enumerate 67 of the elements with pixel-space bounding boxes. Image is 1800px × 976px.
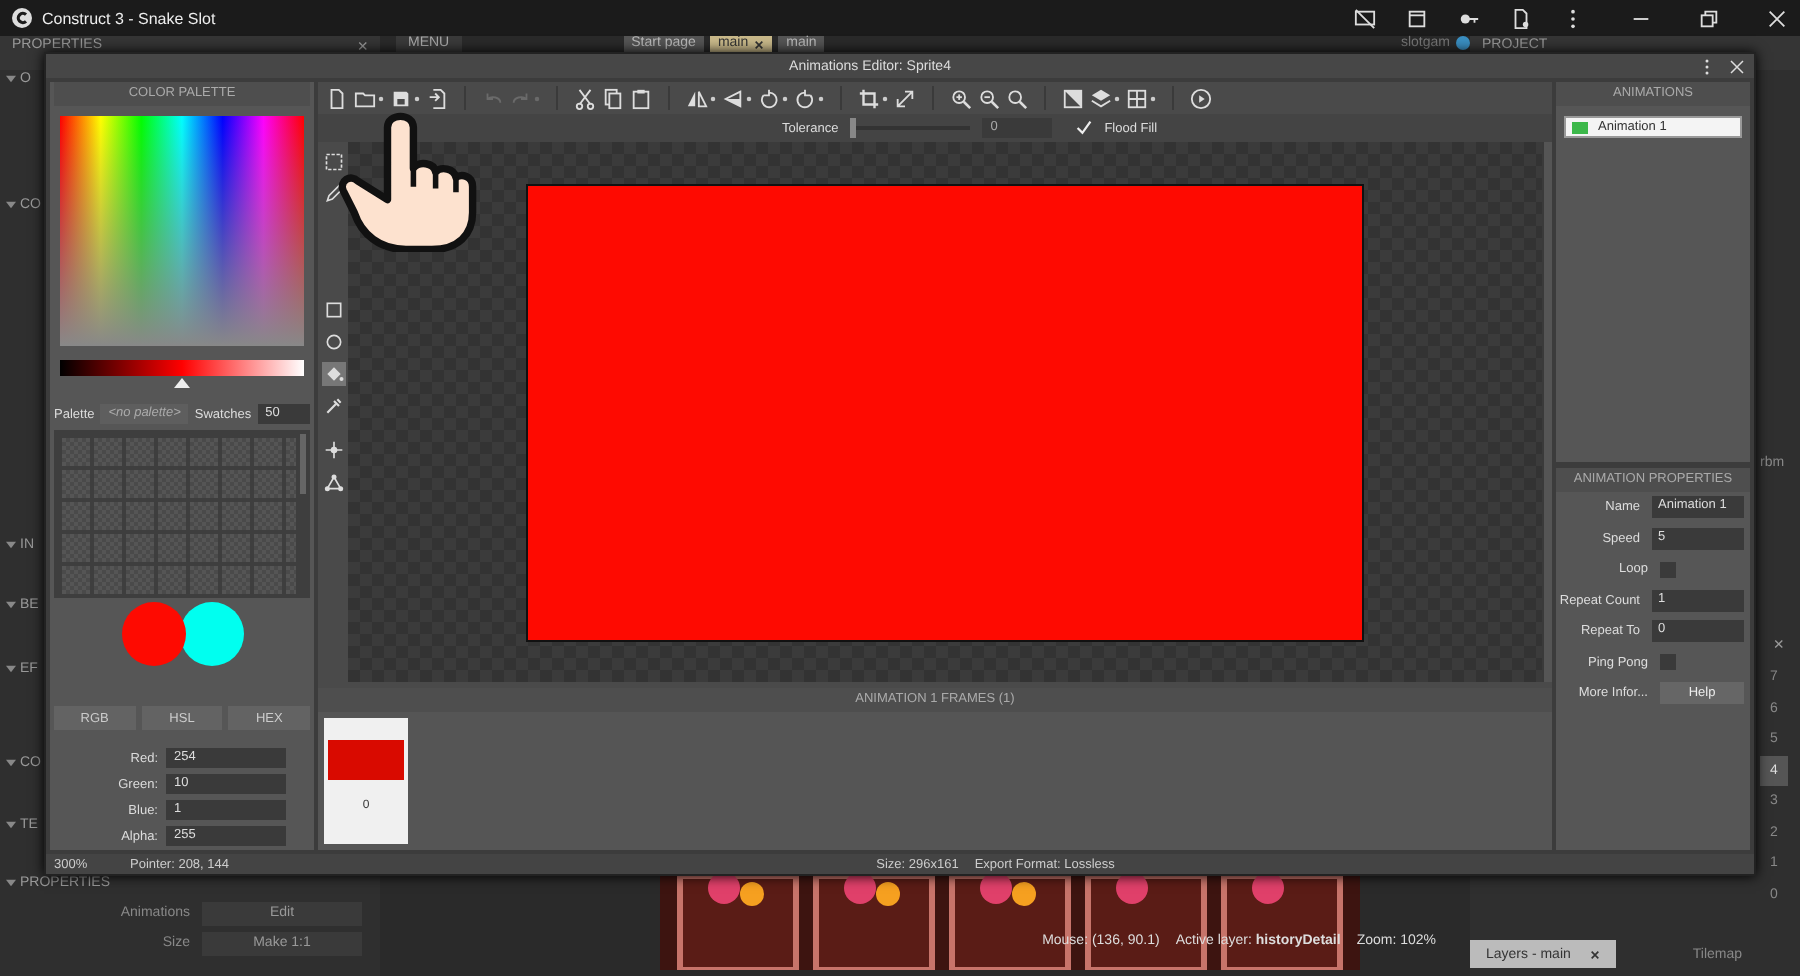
grid-icon[interactable]: [1126, 87, 1148, 109]
close-button[interactable]: ×: [357, 38, 368, 54]
app-logo-icon: [12, 8, 32, 28]
contrast-icon[interactable]: [1062, 87, 1084, 109]
collapse-arrow-icon[interactable]: [6, 200, 16, 210]
collapse-arrow-icon[interactable]: [6, 74, 16, 84]
save-icon[interactable]: [390, 87, 412, 109]
selection-icon[interactable]: [321, 150, 345, 174]
collapse-arrow-icon[interactable]: [6, 664, 16, 674]
pencil-icon[interactable]: [321, 182, 345, 206]
collapse-arrow-icon[interactable]: [6, 600, 16, 610]
primary-color-swatch[interactable]: [121, 602, 185, 666]
status-dot-icon: [1456, 36, 1470, 50]
collapse-arrow-icon[interactable]: [6, 540, 16, 550]
window-icon[interactable]: [1406, 7, 1428, 29]
zoom-icon[interactable]: [1006, 87, 1028, 109]
caret-icon[interactable]: [1150, 95, 1156, 101]
checkmark-icon[interactable]: [1076, 120, 1093, 136]
caret-icon[interactable]: [782, 95, 788, 101]
play-icon[interactable]: [1190, 87, 1212, 109]
collapse-arrow-icon[interactable]: [6, 758, 16, 768]
close-button[interactable]: ×: [1773, 634, 1784, 662]
flip-icon[interactable]: [686, 87, 708, 109]
zoom-out-icon[interactable]: [978, 87, 1000, 109]
scrollbar[interactable]: [300, 434, 306, 494]
crop-icon[interactable]: [858, 87, 880, 109]
monitor-off-icon[interactable]: [1354, 7, 1376, 29]
animation-icon: [1572, 121, 1588, 133]
caret-icon[interactable]: [710, 95, 716, 101]
mirror-icon[interactable]: [722, 87, 744, 109]
paint-bucket-icon[interactable]: [321, 362, 345, 386]
secondary-color-swatch[interactable]: [179, 602, 243, 666]
scissors-icon[interactable]: [574, 87, 596, 109]
caret-icon[interactable]: [818, 95, 824, 101]
caret-icon[interactable]: [882, 95, 888, 101]
checkbox[interactable]: [1660, 654, 1676, 671]
caret-icon[interactable]: [414, 95, 420, 101]
collapse-arrow-icon[interactable]: [6, 820, 16, 830]
caret-icon[interactable]: [1114, 95, 1120, 101]
copy-icon[interactable]: [602, 87, 624, 109]
caret-icon[interactable]: [378, 95, 384, 101]
slider-thumb[interactable]: [850, 118, 857, 138]
rectangle-icon[interactable]: [321, 298, 345, 322]
crosshair-icon[interactable]: [321, 438, 345, 462]
layers-icon[interactable]: [1090, 87, 1112, 109]
file-icon[interactable]: [1510, 7, 1532, 29]
nodes-icon[interactable]: [321, 470, 345, 494]
caret-icon[interactable]: [746, 95, 752, 101]
resize-icon[interactable]: [894, 87, 916, 109]
import-icon[interactable]: [426, 87, 448, 109]
eyedropper-icon[interactable]: [321, 394, 345, 418]
clipboard-icon[interactable]: [630, 87, 652, 109]
close-icon[interactable]: [1590, 949, 1601, 959]
window-title: Construct 3 - Snake Slot: [42, 9, 216, 27]
rotate-left-icon[interactable]: [758, 87, 780, 109]
folder-icon[interactable]: [354, 87, 376, 109]
checkbox[interactable]: [1660, 561, 1676, 578]
rotate-right-icon[interactable]: [794, 87, 816, 109]
restore-icon[interactable]: [1698, 7, 1720, 29]
collapse-arrow-icon[interactable]: [6, 878, 16, 888]
color-picker[interactable]: [60, 116, 304, 346]
frame-image: [328, 740, 404, 780]
close-icon[interactable]: [754, 39, 765, 49]
scrollbar[interactable]: [1542, 142, 1552, 682]
new-file-icon[interactable]: [326, 87, 348, 109]
circle-icon[interactable]: [321, 330, 345, 354]
zoom-in-icon[interactable]: [950, 87, 972, 109]
